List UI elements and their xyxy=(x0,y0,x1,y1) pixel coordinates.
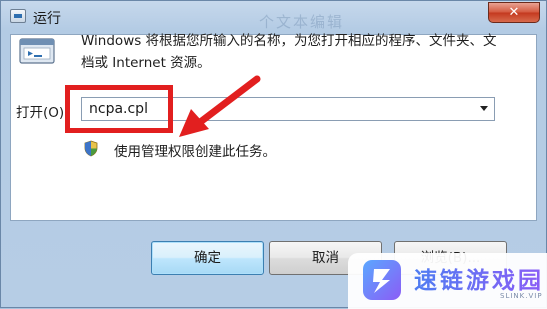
close-button[interactable]: ✕ xyxy=(488,2,540,23)
site-watermark: 速链游戏园 SLINK.VIP xyxy=(348,253,547,309)
watermark-name: 速链游戏园 xyxy=(414,261,544,295)
run-app-icon xyxy=(10,9,26,23)
open-field-label: 打开(O): xyxy=(16,105,69,121)
window-title: 运行 xyxy=(33,11,61,27)
watermark-url: SLINK.VIP xyxy=(500,292,543,300)
dropdown-arrow-icon[interactable] xyxy=(480,106,488,111)
run-dialog: 运行 个文本编辑 ✕ Windows 将根据您所输入的名称，为您打开相应的程序、… xyxy=(0,0,547,309)
ok-button[interactable]: 确定 xyxy=(151,241,264,275)
watermark-logo-icon xyxy=(363,260,401,300)
red-arrow-icon xyxy=(179,75,261,137)
run-program-icon xyxy=(19,38,55,64)
admin-privilege-note: 使用管理权限创建此任务。 xyxy=(114,144,276,160)
dialog-description: Windows 将根据您所输入的名称，为您打开相应的程序、文件夹、文档或 Int… xyxy=(81,33,497,71)
uac-shield-icon xyxy=(84,140,98,157)
background-window-text: 个文本编辑 xyxy=(259,13,345,31)
title-bar[interactable]: 运行 个文本编辑 ✕ xyxy=(1,1,546,33)
red-highlight-box xyxy=(65,85,173,133)
